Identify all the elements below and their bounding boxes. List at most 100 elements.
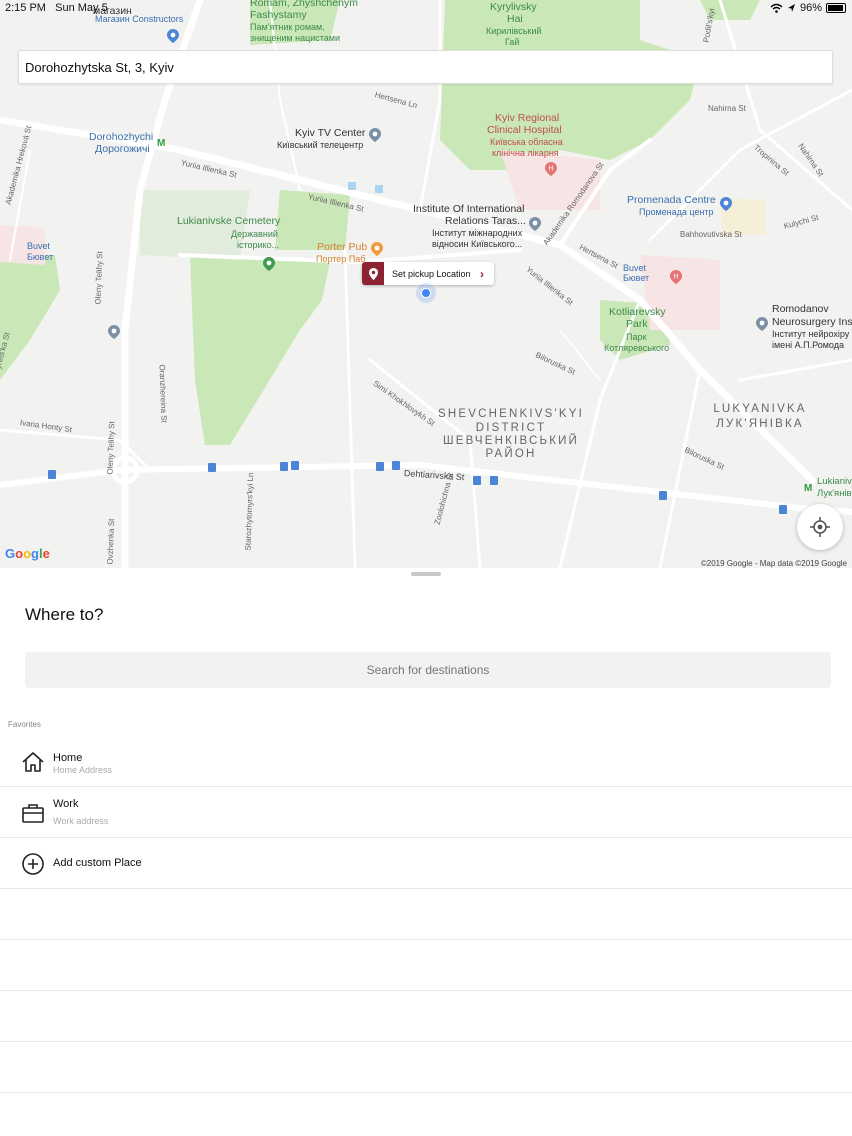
map-label: Київський телецентр — [277, 140, 364, 150]
home-title: Home — [53, 752, 83, 764]
street-label: Bahhovutivska St — [680, 230, 742, 239]
map-label: Kyiv Regional — [495, 112, 560, 124]
add-custom-place-row[interactable]: Add custom Place — [0, 838, 852, 889]
bus-stop-icon — [48, 470, 56, 479]
map-label: Бювет — [27, 252, 54, 262]
map-label: Портер Паб — [316, 254, 366, 264]
poi-marker-icon — [108, 325, 120, 339]
location-arrow-icon — [787, 4, 795, 12]
bus-stop-icon — [208, 463, 216, 472]
street-label: Oleny Telihy St — [93, 251, 105, 305]
park-marker-icon — [263, 257, 275, 271]
empty-row — [0, 940, 852, 991]
map-label: Державний — [231, 229, 278, 239]
hospital-marker-icon: H — [670, 270, 682, 284]
district-label: ШЕВЧЕНКІВСЬКИЙ — [442, 435, 580, 447]
add-custom-place-label: Add custom Place — [53, 857, 142, 869]
battery-icon — [826, 3, 846, 13]
battery-percent: 96% — [799, 2, 822, 14]
map-label: Buvet — [27, 241, 51, 251]
pickup-pin-icon — [362, 262, 384, 285]
poi-marker-icon — [529, 217, 541, 231]
map-label: Променада центр — [639, 207, 714, 217]
map-label: Інститут нейрохіру — [772, 329, 850, 339]
shopping-marker-icon — [720, 197, 732, 211]
destination-search-input[interactable] — [25, 652, 831, 688]
set-pickup-button[interactable]: Set pickup Location › — [362, 262, 494, 285]
district-label: РАЙОН — [485, 448, 537, 460]
bus-stop-icon — [392, 461, 400, 470]
pickup-address-field[interactable]: Dorohozhytska St, 3, Kyiv — [18, 50, 833, 84]
work-subtitle: Work address — [53, 816, 109, 826]
street-label: Oleny Telihy St — [105, 421, 117, 475]
favorites-section-label: Favorites — [8, 720, 41, 729]
map-label: Kotliarevsky — [609, 306, 666, 318]
bus-stop-icon — [280, 462, 288, 471]
map-label: Дорогожичі — [95, 143, 150, 155]
bus-stop-icon — [291, 461, 299, 470]
destination-sheet: Where to? Favorites Home Home Address Wo… — [0, 568, 852, 1136]
map-label: Neurosurgery Insi — [772, 316, 852, 328]
favorite-work-row[interactable]: Work Work address — [0, 787, 852, 838]
status-time: 2:15 PM Sun May 5 — [5, 2, 108, 14]
wifi-icon — [770, 3, 783, 13]
map-label: Clinical Hospital — [487, 124, 562, 136]
empty-row — [0, 889, 852, 940]
district-label: ЛУК'ЯНІВКА — [716, 418, 804, 430]
set-pickup-label: Set pickup Location — [392, 268, 471, 279]
street-label: Ovzhenka St — [105, 518, 117, 565]
map-label: Парк — [626, 332, 647, 342]
sheet-drag-handle[interactable] — [411, 572, 441, 576]
svg-text:H: H — [674, 274, 679, 281]
district-label: SHEVCHENKIVS'KYI — [437, 408, 585, 420]
map-label: знищеним нацистами — [250, 33, 341, 43]
map-label: Гай — [505, 37, 520, 47]
map-label: Кирилівський — [486, 26, 542, 36]
district-label: DISTRICT — [475, 422, 547, 434]
bus-stop-icon — [779, 505, 787, 514]
map-label: Lukianiv — [817, 476, 852, 487]
street-label: Nahirna St — [708, 104, 746, 113]
map-label: Institute Of International — [413, 203, 525, 215]
add-circle-icon — [22, 853, 44, 875]
map-copyright: ©2019 Google - Map data ©2019 Google — [700, 559, 847, 568]
map-label: Romodanov — [772, 303, 829, 315]
poi-marker-icon — [369, 128, 381, 142]
home-icon — [22, 752, 44, 772]
empty-row — [0, 1042, 852, 1093]
chevron-right-icon: › — [480, 266, 484, 281]
crosshair-icon — [810, 517, 830, 537]
map-label: Бювет — [623, 273, 650, 283]
map-label: Пам'ятник ромам, — [250, 22, 325, 32]
map-label: клінічна лікарня — [492, 148, 559, 158]
svg-text:H: H — [549, 166, 554, 173]
map-label: імені А.П.Ромода — [772, 340, 844, 350]
work-title: Work — [53, 798, 79, 810]
current-location-dot — [416, 283, 436, 303]
my-location-button[interactable] — [797, 504, 843, 550]
map-view[interactable]: магазин Магазин Constructors Romam, Zhys… — [0, 0, 852, 568]
favorite-home-row[interactable]: Home Home Address — [0, 736, 852, 787]
briefcase-icon — [22, 804, 44, 823]
map-label: Lukianivske Cemetery — [177, 215, 281, 227]
hospital-marker-icon: H — [545, 162, 557, 176]
map-label: Promenada Centre — [627, 194, 716, 206]
map-label: Kyiv TV Center — [295, 127, 366, 139]
empty-row — [0, 991, 852, 1042]
shopping-marker-icon — [167, 29, 179, 43]
bus-stop-icon — [473, 476, 481, 485]
home-subtitle: Home Address — [53, 765, 113, 775]
district-label: LUKYANIVKA — [713, 403, 807, 415]
map-label: Котляревського — [604, 343, 670, 353]
pub-marker-icon — [371, 242, 383, 256]
map-label: Relations Taras... — [445, 215, 526, 227]
google-logo: Google — [5, 546, 50, 561]
bus-stop-icon — [490, 476, 498, 485]
map-label: історико... — [237, 240, 280, 250]
bus-stop-icon — [659, 491, 667, 500]
map-label: Київська обласна — [490, 137, 563, 147]
map-label: Лук'янів — [817, 488, 852, 499]
map-label: Park — [626, 318, 648, 330]
metro-icon: M — [157, 138, 166, 149]
sheet-title: Where to? — [25, 605, 104, 624]
